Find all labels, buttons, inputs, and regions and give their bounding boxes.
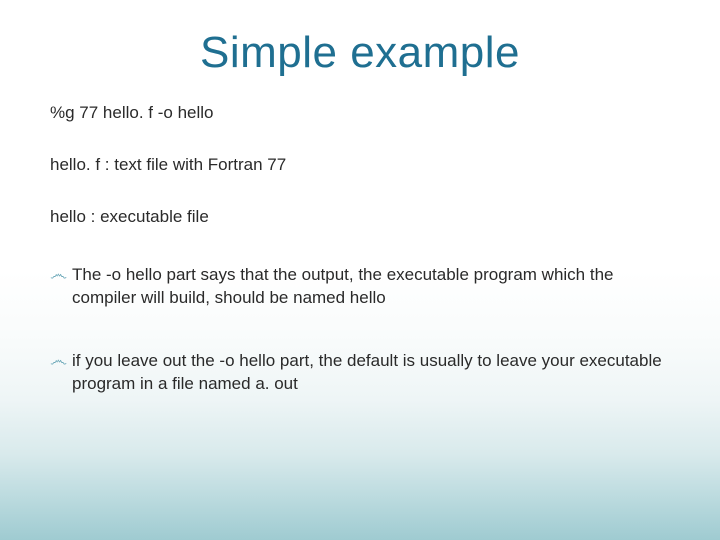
description-line-1: hello. f : text file with Fortran 77 xyxy=(50,154,670,176)
bullet-text: The -o hello part says that the output, … xyxy=(72,264,670,310)
list-item: ෴ if you leave out the -o hello part, th… xyxy=(50,350,670,396)
swirl-bullet-icon: ෴ xyxy=(50,350,72,372)
command-line: %g 77 hello. f -o hello xyxy=(50,102,670,124)
slide-title: Simple example xyxy=(50,28,670,78)
bullet-list: ෴ The -o hello part says that the output… xyxy=(50,264,670,396)
list-item: ෴ The -o hello part says that the output… xyxy=(50,264,670,310)
bullet-text: if you leave out the -o hello part, the … xyxy=(72,350,670,396)
description-line-2: hello : executable file xyxy=(50,206,670,228)
swirl-bullet-icon: ෴ xyxy=(50,264,72,286)
slide: Simple example %g 77 hello. f -o hello h… xyxy=(0,0,720,540)
